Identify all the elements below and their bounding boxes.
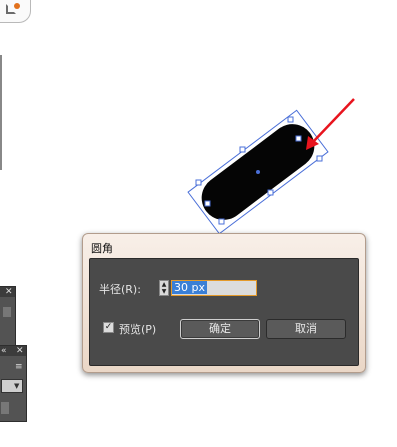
panel-toggle[interactable]: [3, 307, 11, 317]
red-arrow-shape: [311, 98, 355, 144]
panel-menu-icon[interactable]: ≡: [15, 362, 23, 372]
close-icon[interactable]: ✕: [16, 346, 24, 356]
stepper-up-icon[interactable]: ▲: [160, 281, 168, 288]
radius-label: 半径(R):: [99, 283, 141, 296]
selection-handle: [239, 146, 246, 153]
radius-input[interactable]: 30 px: [171, 280, 257, 296]
selection-handle: [195, 179, 202, 186]
ok-button[interactable]: 确定: [180, 319, 260, 339]
stepper-down-icon[interactable]: ▼: [160, 288, 168, 295]
collapse-icon[interactable]: «: [1, 346, 7, 356]
selection-handle: [287, 116, 294, 123]
dialog-body: 半径(R): ▲ ▼ 30 px ✓ 预览(P) 确定 取消: [89, 258, 359, 366]
panel-header: ✕: [0, 287, 15, 297]
selection-handle: [316, 155, 323, 162]
close-icon[interactable]: ✕: [5, 287, 13, 297]
selection-handle: [295, 135, 302, 142]
preview-checkbox[interactable]: ✓: [103, 322, 114, 333]
dialog-title: 圆角: [91, 242, 113, 255]
selection-handle: [267, 189, 274, 196]
round-corners-dialog: 圆角 半径(R): ▲ ▼ 30 px ✓ 预览(P) 确定 取消: [82, 233, 366, 373]
radius-stepper[interactable]: ▲ ▼: [159, 280, 169, 296]
panel-header: « ✕: [0, 346, 26, 356]
radius-value: 30 px: [172, 281, 207, 294]
panel-swatch[interactable]: [1, 402, 9, 414]
side-panel-2: « ✕ ≡ ▼: [0, 345, 27, 422]
canvas-art: [187, 98, 355, 306]
selection-bounding-box: [187, 109, 329, 235]
side-panel-1: ✕: [0, 286, 16, 346]
dropdown-arrow-icon: ▼: [14, 382, 20, 390]
preview-label[interactable]: 预览(P): [119, 321, 156, 337]
check-icon: ✓: [104, 322, 113, 332]
selection-handle: [204, 200, 211, 207]
center-point: [256, 170, 260, 174]
cancel-button[interactable]: 取消: [266, 319, 346, 339]
selection-handle: [218, 218, 225, 225]
panel-dropdown[interactable]: ▼: [1, 379, 23, 393]
